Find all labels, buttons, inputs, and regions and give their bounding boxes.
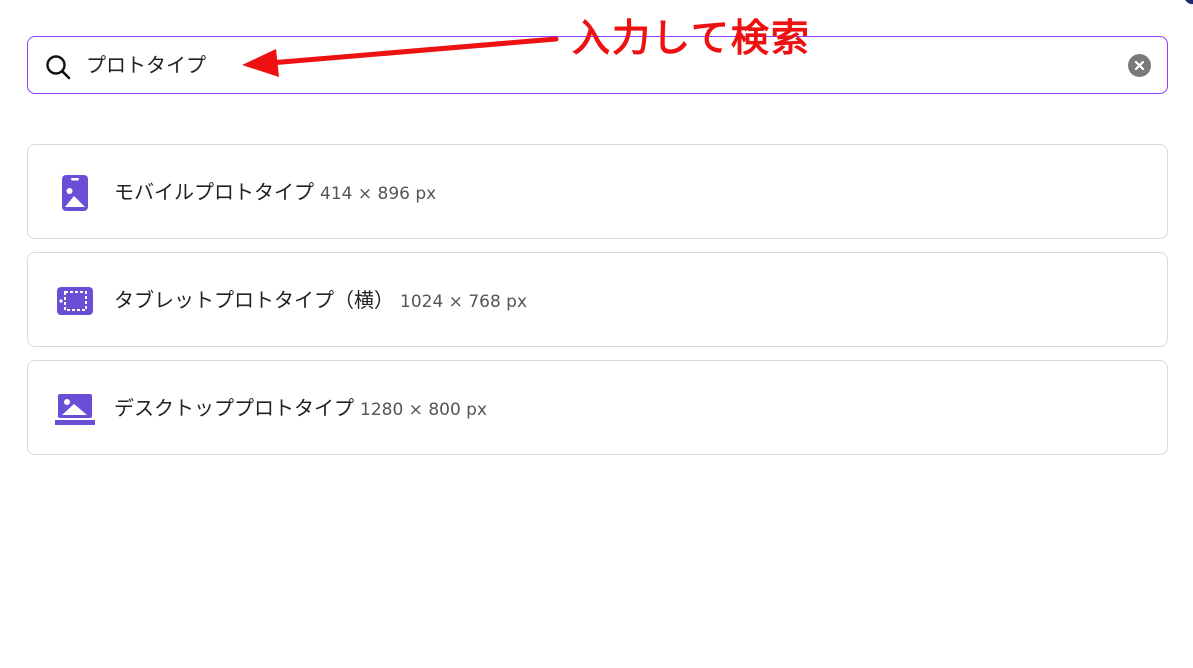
result-title: タブレットプロトタイプ（横） 1024 × 768 px: [114, 286, 527, 316]
mobile-phone-icon: [62, 175, 88, 211]
result-title: デスクトッププロトタイプ 1280 × 800 px: [114, 394, 487, 424]
tablet-icon: [57, 287, 93, 315]
page: プロトタイプ モバイルプロトタイプ 414 × 896 px タブレットプロトタイ…: [0, 0, 1193, 668]
result-title-text: デスクトッププロトタイプ: [114, 396, 354, 420]
result-title-text: タブレットプロトタイプ（横）: [114, 288, 394, 312]
result-title-text: モバイルプロトタイプ: [114, 180, 314, 204]
result-desktop-prototype[interactable]: デスクトッププロトタイプ 1280 × 800 px: [27, 360, 1168, 455]
desktop-icon: [55, 394, 95, 425]
annotation-label: 入力して検索: [572, 16, 811, 60]
result-title: モバイルプロトタイプ 414 × 896 px: [114, 178, 436, 208]
result-dimensions: 1280 × 800 px: [360, 400, 488, 420]
result-mobile-prototype[interactable]: モバイルプロトタイプ 414 × 896 px: [27, 144, 1168, 239]
window-corner: [1185, 0, 1193, 5]
result-dimensions: 414 × 896 px: [320, 184, 437, 204]
result-dimensions: 1024 × 768 px: [400, 292, 528, 312]
result-tablet-prototype[interactable]: タブレットプロトタイプ（横） 1024 × 768 px: [27, 252, 1168, 347]
